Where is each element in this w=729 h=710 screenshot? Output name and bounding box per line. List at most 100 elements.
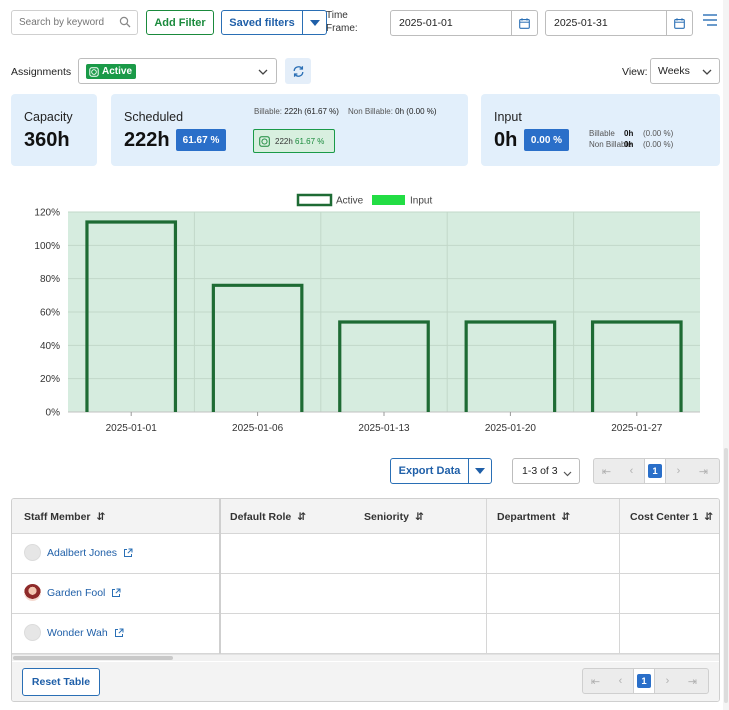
refresh-button[interactable] [285, 58, 311, 84]
table-row: Wonder Wah [12, 614, 719, 654]
staff-name-link[interactable]: Wonder Wah [47, 627, 108, 639]
y-tick-label: 100% [34, 241, 60, 252]
staff-cell[interactable]: Wonder Wah [24, 624, 124, 641]
export-data-label[interactable]: Export Data [391, 459, 469, 483]
date-to-value[interactable]: 2025-01-31 [546, 11, 666, 35]
scheduled-nonbillable: Non Billable: 0h (0.00 %) [348, 107, 437, 116]
calendar-icon[interactable] [666, 11, 692, 35]
search-box[interactable] [11, 10, 138, 35]
x-tick-label: 2025-01-06 [232, 423, 284, 434]
date-from-value[interactable]: 2025-01-01 [391, 11, 511, 35]
next-page-icon[interactable]: › [655, 669, 680, 693]
clock-icon [259, 135, 270, 147]
saved-filters-button[interactable]: Saved filters [221, 10, 327, 35]
prev-page-icon[interactable]: ‹ [619, 459, 644, 483]
col-cost-center[interactable]: Cost Center 1 ⇵ [630, 499, 713, 534]
prev-page-icon[interactable]: ‹ [608, 669, 633, 693]
scheduled-active-chip: 222h 61.67 % [253, 129, 335, 153]
legend-label-active: Active [336, 196, 364, 207]
chip-percent: 61.67 % [295, 136, 325, 146]
scheduled-billable: Billable: 222h (61.67 %) [254, 107, 339, 116]
input-value: 0h [494, 129, 518, 151]
x-tick-label: 2025-01-13 [358, 423, 410, 434]
chevron-down-icon[interactable] [563, 468, 572, 480]
assignments-select[interactable]: Active [78, 58, 277, 84]
y-tick-label: 60% [40, 308, 60, 319]
date-to-field[interactable]: 2025-01-31 [545, 10, 693, 36]
last-page-icon[interactable]: ⇥ [680, 669, 705, 693]
scheduled-percent-badge: 61.67 % [176, 129, 226, 151]
caret-down-icon [309, 19, 320, 26]
pagination-bottom[interactable]: ⇤ ‹ 1 › ⇥ [582, 668, 709, 694]
legend-label-input: Input [410, 196, 432, 207]
horizontal-scrollbar[interactable] [12, 654, 719, 661]
saved-filters-dropdown[interactable] [303, 11, 326, 34]
calendar-icon[interactable] [511, 11, 537, 35]
col-default-role[interactable]: Default Role ⇵ [230, 499, 306, 534]
scrollbar-thumb[interactable] [13, 656, 173, 660]
saved-filters-label[interactable]: Saved filters [222, 11, 303, 34]
input-title: Input [494, 110, 522, 124]
chevron-down-icon[interactable] [258, 67, 268, 79]
first-page-icon[interactable]: ⇤ [583, 669, 608, 693]
input-card: Input 0h 0.00 % Billable 0h (0.00 %) Non… [481, 94, 720, 166]
last-page-icon[interactable]: ⇥ [691, 459, 716, 483]
table-header: Staff Member ⇵ Default Role ⇵ Seniority ⇵ D… [12, 499, 719, 534]
sort-icon[interactable]: ⇵ [297, 511, 306, 523]
avatar [24, 624, 41, 641]
staff-name-link[interactable]: Garden Fool [47, 587, 105, 599]
search-icon[interactable] [119, 16, 131, 31]
current-page[interactable]: 1 [644, 459, 666, 483]
first-page-icon[interactable]: ⇤ [594, 459, 619, 483]
input-percent-badge: 0.00 % [524, 129, 569, 151]
pagination-top[interactable]: ⇤ ‹ 1 › ⇥ [593, 458, 720, 484]
view-select[interactable]: Weeks [650, 58, 720, 84]
sort-icon[interactable]: ⇵ [704, 511, 713, 523]
page-scrollbar[interactable] [723, 0, 729, 710]
external-link-icon [112, 588, 121, 597]
export-data-button[interactable]: Export Data [390, 458, 492, 484]
col-seniority[interactable]: Seniority ⇵ [364, 499, 424, 534]
chevron-down-icon[interactable] [702, 67, 712, 79]
input-billable-pct: (0.00 %) [643, 129, 674, 138]
page-scrollbar-thumb[interactable] [724, 448, 728, 703]
results-count-select[interactable]: 1-3 of 3 [512, 458, 580, 484]
col-staff-member[interactable]: Staff Member ⇵ [24, 499, 105, 534]
staff-cell[interactable]: Garden Fool [24, 584, 121, 601]
chip-hours: 222h [275, 136, 293, 146]
utilization-chart: 0% 20% 40% 60% 80% 100% 120% 2025-01-01 2025-01-… [34, 193, 700, 434]
column-divider [486, 499, 487, 654]
capacity-value: 360h [24, 129, 70, 151]
export-dropdown[interactable] [469, 459, 491, 483]
reset-table-button[interactable]: Reset Table [22, 668, 100, 696]
active-status-chip: Active [86, 64, 137, 79]
staff-cell[interactable]: Adalbert Jones [24, 544, 133, 561]
input-billable-label: Billable [589, 129, 615, 138]
refresh-icon [293, 65, 303, 77]
search-input[interactable] [12, 11, 112, 34]
y-tick-label: 80% [40, 274, 60, 285]
x-tick-label: 2025-01-01 [106, 423, 158, 434]
capacity-title: Capacity [24, 110, 73, 124]
scheduled-value: 222h [124, 129, 170, 151]
column-divider [619, 499, 620, 654]
legend-swatch-input [372, 195, 405, 205]
sort-icon[interactable]: ⇵ [415, 511, 424, 523]
column-divider [219, 499, 221, 654]
next-page-icon[interactable]: › [666, 459, 691, 483]
menu-lines-icon[interactable] [703, 14, 717, 29]
view-selected-value: Weeks [658, 65, 690, 77]
col-department[interactable]: Department ⇵ [497, 499, 570, 534]
scheduled-card: Scheduled 222h 61.67 % Billable: 222h (6… [111, 94, 468, 166]
sort-icon[interactable]: ⇵ [561, 511, 570, 523]
staff-name-link[interactable]: Adalbert Jones [47, 547, 117, 559]
x-tick-label: 2025-01-27 [611, 423, 663, 434]
add-filter-button[interactable]: Add Filter [146, 10, 214, 35]
capacity-card: Capacity 360h [11, 94, 97, 166]
input-nonbillable-pct: (0.00 %) [643, 140, 674, 149]
x-tick-label: 2025-01-20 [485, 423, 537, 434]
date-from-field[interactable]: 2025-01-01 [390, 10, 538, 36]
current-page[interactable]: 1 [633, 669, 655, 693]
sort-icon[interactable]: ⇵ [97, 511, 106, 523]
table-row: Adalbert Jones [12, 534, 719, 574]
